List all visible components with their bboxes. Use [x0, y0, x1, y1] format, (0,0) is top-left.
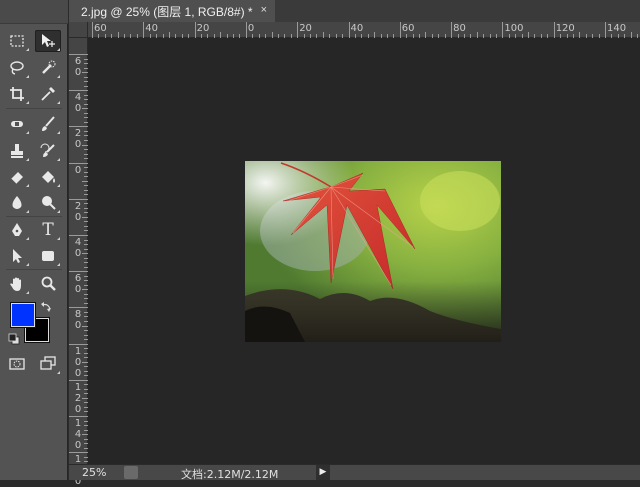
ruler-v-label: 20 — [74, 128, 82, 151]
ruler-v-label: 140 — [74, 418, 82, 451]
document-tab-bar: 2.jpg @ 25% (图层 1, RGB/8#) * × — [69, 0, 640, 22]
spot-healing-tool[interactable] — [4, 113, 30, 135]
screen-mode-button[interactable] — [35, 353, 61, 375]
paint-bucket-tool[interactable] — [35, 166, 61, 188]
document-image-maple-leaf[interactable] — [245, 161, 501, 342]
type-tool[interactable]: T — [35, 219, 61, 241]
ruler-origin[interactable] — [69, 22, 88, 38]
document-tab[interactable]: 2.jpg @ 25% (图层 1, RGB/8#) * × — [69, 0, 275, 22]
zoom-level[interactable]: 25% — [82, 466, 106, 479]
move-icon — [42, 34, 55, 47]
blur-icon — [12, 196, 22, 209]
pen-tool[interactable] — [4, 219, 30, 241]
crop-tool[interactable] — [4, 83, 30, 105]
quick-selection-tool[interactable] — [35, 57, 61, 79]
quick-mask-icon — [9, 358, 25, 370]
status-bar: 25% 文档:2.12M/2.12M ▶ — [69, 464, 640, 481]
eraser-icon — [10, 172, 23, 185]
ruler-v-label: 80 — [74, 309, 82, 332]
document-status-icon — [124, 466, 138, 479]
rectangle-shape-icon — [42, 251, 54, 261]
rectangular-marquee-icon — [10, 35, 24, 47]
pen-icon — [12, 223, 22, 236]
rectangle-shape-tool[interactable] — [35, 245, 61, 267]
ruler-h-label: 40 — [350, 23, 364, 34]
tools-panel: T — [0, 0, 68, 480]
status-menu-arrow-icon[interactable]: ▶ — [316, 465, 330, 480]
move-tool[interactable] — [35, 30, 61, 52]
ruler-h-label: 60 — [401, 23, 415, 34]
crop-icon — [10, 87, 24, 101]
foreground-color-swatch[interactable] — [10, 302, 36, 328]
ruler-v-label: 0 — [74, 164, 82, 176]
document-canvas[interactable] — [88, 38, 640, 464]
ruler-h-label: 20 — [196, 23, 210, 34]
vertical-ruler[interactable]: 604020020406080100120140160 — [69, 38, 88, 487]
lasso-tool[interactable] — [4, 57, 30, 79]
dodge-tool[interactable] — [35, 192, 61, 214]
brush-icon — [42, 116, 55, 131]
ruler-v-label: 120 — [74, 381, 82, 415]
path-selection-icon — [13, 249, 22, 263]
ruler-v-label: 40 — [74, 237, 82, 259]
ruler-h-label: 40 — [145, 23, 159, 34]
quick-selection-icon — [42, 60, 56, 74]
quick-mask-button[interactable] — [4, 353, 30, 375]
dodge-icon — [42, 196, 56, 210]
horizontal-ruler[interactable]: 60 40 20 0 20 40 60 80 100 120 140 — [88, 22, 640, 38]
blur-tool[interactable] — [4, 192, 30, 214]
ruler-h-label: 80 — [453, 23, 466, 34]
path-selection-tool[interactable] — [4, 245, 30, 267]
ruler-v-label: 100 — [74, 345, 82, 379]
clone-stamp-icon — [11, 144, 23, 158]
eyedropper-icon — [41, 87, 55, 101]
ruler-h-label: 60 — [94, 23, 107, 34]
clone-stamp-tool[interactable] — [4, 140, 30, 162]
close-tab-icon[interactable]: × — [261, 4, 267, 16]
hand-icon — [10, 277, 21, 291]
ruler-v-label: 60 — [74, 56, 82, 78]
eraser-tool[interactable] — [4, 166, 30, 188]
swap-colors-icon[interactable] — [40, 301, 52, 313]
ruler-v-label: 60 — [74, 273, 82, 296]
ruler-v-label: 40 — [74, 92, 82, 115]
ruler-h-label: 140 — [607, 23, 627, 34]
eyedropper-tool[interactable] — [35, 83, 61, 105]
type-icon: T — [42, 220, 54, 240]
zoom-tool[interactable] — [35, 273, 61, 295]
hand-tool[interactable] — [4, 273, 30, 295]
history-brush-icon — [40, 143, 55, 157]
ruler-h-label: 20 — [299, 23, 312, 34]
tools-panel-grip[interactable] — [0, 0, 68, 24]
history-brush-tool[interactable] — [35, 140, 61, 162]
default-colors-icon[interactable] — [8, 333, 20, 345]
rectangular-marquee-tool[interactable] — [4, 30, 30, 52]
ruler-h-label: 0 — [247, 23, 255, 34]
lasso-icon — [10, 61, 24, 75]
spot-healing-icon — [11, 121, 23, 127]
ruler-h-label: 120 — [555, 23, 575, 34]
ruler-v-label: 20 — [74, 200, 82, 223]
paint-bucket-icon — [42, 171, 55, 183]
zoom-icon — [41, 276, 56, 291]
document-tab-title: 2.jpg @ 25% (图层 1, RGB/8#) * — [81, 4, 253, 19]
ruler-h-label: 100 — [504, 23, 524, 34]
screen-mode-icon — [40, 356, 56, 370]
brush-tool[interactable] — [35, 113, 61, 135]
